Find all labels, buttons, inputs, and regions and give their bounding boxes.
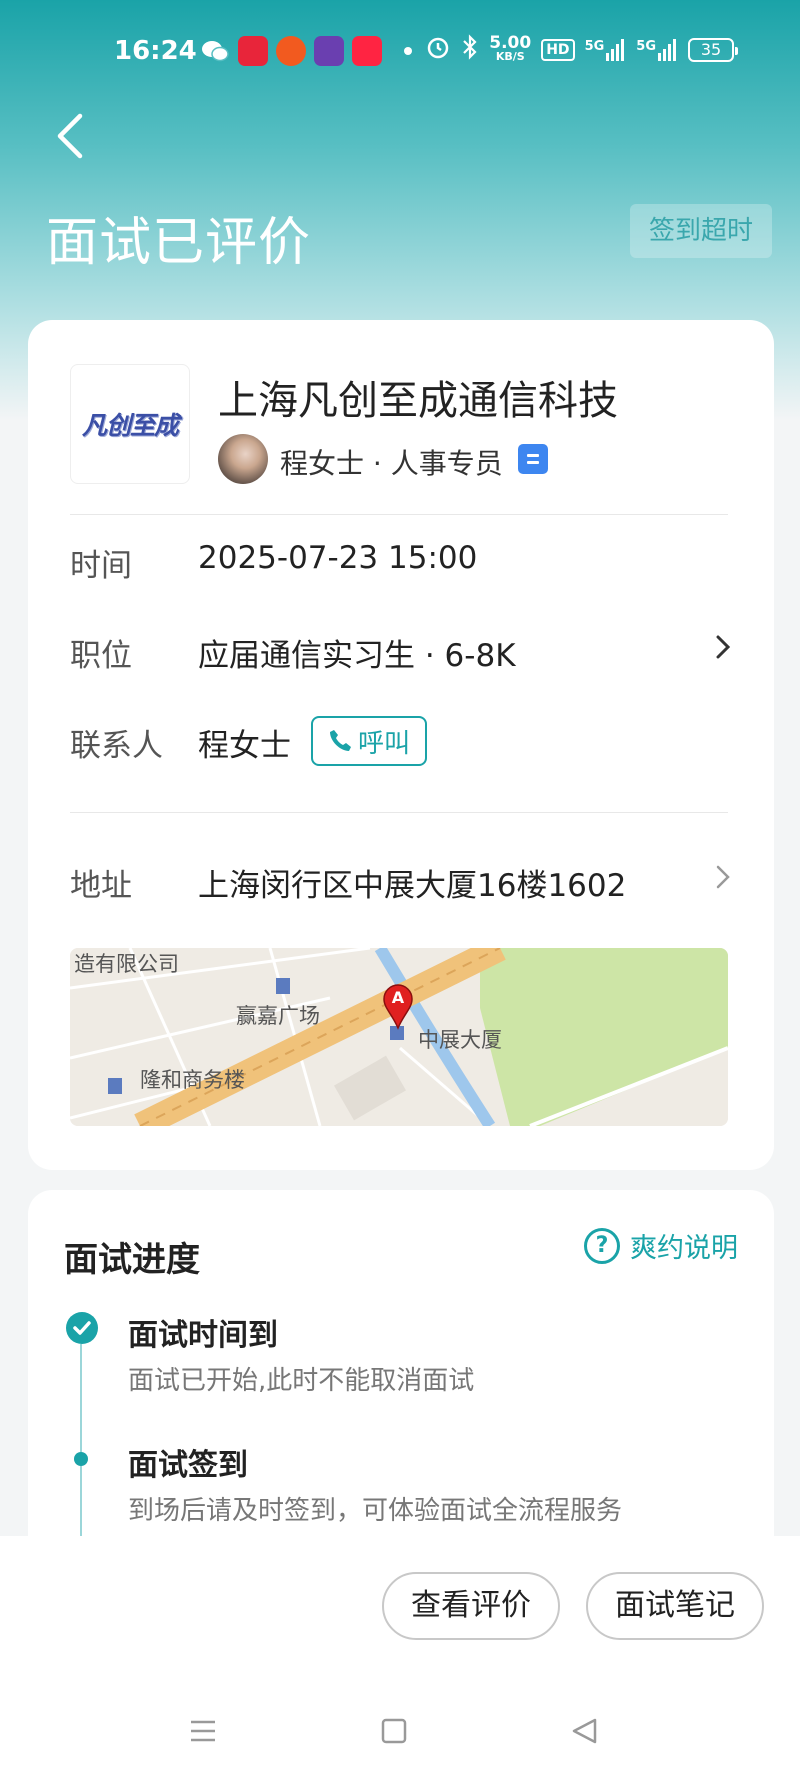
step-desc: 到场后请及时签到，可体验面试全流程服务	[128, 1496, 623, 1526]
game-app-icon	[314, 36, 344, 66]
company-logo-text: 凡创至成	[81, 411, 179, 440]
step-title: 面试签到	[128, 1448, 248, 1483]
net-speed-value: 5.00	[489, 32, 532, 53]
signal-icon-1: 5G	[584, 38, 627, 61]
divider	[70, 514, 728, 515]
question-icon: ?	[584, 1227, 620, 1264]
menu-icon[interactable]	[188, 1716, 218, 1746]
interview-progress-card: 面试进度 ? 爽约说明 面试时间到 面试已开始,此时不能取消面试 面试签到 到场…	[28, 1190, 774, 1590]
xiaohongshu-icon	[352, 36, 382, 66]
status-bar: 16:24 5.00 KB/S HD 5G 5G 35	[0, 0, 800, 100]
progress-title: 面试进度	[64, 1240, 200, 1280]
chevron-right-icon	[716, 635, 731, 659]
notification-icons	[200, 36, 422, 66]
wechat-icon	[200, 36, 230, 66]
shopping-app-icon	[238, 36, 268, 66]
step-title: 面试时间到	[128, 1318, 278, 1353]
map-pin-letter: A	[391, 988, 405, 1007]
map-label: 赢嘉广场	[236, 1004, 320, 1028]
signal-label-2: 5G	[636, 38, 656, 54]
contact-value: 程女士	[198, 728, 291, 764]
signal-icon-2: 5G	[636, 38, 678, 61]
company-logo[interactable]: 凡创至成	[70, 364, 190, 484]
chevron-right-icon	[716, 865, 730, 889]
checkin-timeout-tag: 签到超时	[630, 204, 772, 258]
system-navigation-bar	[0, 1706, 800, 1778]
phone-icon	[329, 730, 351, 751]
time-value: 2025-07-23 15:00	[198, 540, 478, 576]
hd-badge: HD	[541, 38, 575, 61]
call-button[interactable]: 呼叫	[311, 716, 427, 766]
check-circle-icon	[66, 1312, 98, 1344]
hr-verified-badge-icon	[518, 444, 548, 474]
no-show-help-link[interactable]: ? 爽约说明	[584, 1226, 738, 1265]
view-review-button[interactable]: 查看评价	[382, 1572, 560, 1640]
interview-notes-button[interactable]: 面试笔记	[586, 1572, 764, 1640]
more-notifications-dot	[404, 47, 412, 55]
signal-label-1: 5G	[584, 38, 605, 54]
alarm-icon	[425, 34, 451, 65]
position-value: 应届通信实习生 · 6-8K	[198, 638, 516, 674]
timeline-line	[80, 1344, 82, 1452]
map-label: 中展大厦	[418, 1028, 502, 1052]
back-triangle-icon[interactable]	[570, 1716, 600, 1746]
home-icon[interactable]	[380, 1716, 408, 1746]
position-label: 职位	[70, 638, 132, 674]
timeline-dot	[74, 1452, 88, 1466]
address-value: 上海闵行区中展大厦16楼1602	[198, 868, 627, 904]
contact-label: 联系人	[70, 728, 163, 764]
chevron-left-icon	[57, 113, 83, 159]
time-label: 时间	[70, 548, 132, 584]
battery-icon: 35	[688, 37, 738, 62]
status-indicators: 5.00 KB/S HD 5G 5G 35	[425, 32, 738, 65]
map-label: 造有限公司	[74, 952, 179, 976]
divider	[70, 812, 728, 813]
bluetooth-icon	[461, 34, 479, 65]
location-map[interactable]: 造有限公司 赢嘉广场 中展大厦 隆和商务楼 A	[70, 948, 728, 1126]
music-app-icon	[276, 36, 306, 66]
address-row[interactable]: 地址 上海闵行区中展大厦16楼1602	[28, 820, 774, 920]
map-pin-icon: A	[382, 984, 414, 1030]
hr-info: 程女士 · 人事专员	[280, 447, 503, 480]
address-label: 地址	[70, 868, 132, 904]
interview-info-card: 凡创至成 上海凡创至成通信科技 程女士 · 人事专员 时间 2025-07-23…	[28, 320, 774, 1170]
page-title: 面试已评价	[46, 213, 312, 273]
bottom-action-bar: 查看评价 面试笔记	[0, 1536, 800, 1778]
map-label: 隆和商务楼	[140, 1068, 245, 1092]
back-button[interactable]	[52, 108, 92, 164]
avatar[interactable]	[218, 434, 268, 484]
status-time: 16:24	[114, 36, 197, 66]
company-name[interactable]: 上海凡创至成通信科技	[218, 368, 618, 426]
network-speed: 5.00 KB/S	[489, 32, 532, 64]
help-label: 爽约说明	[630, 1233, 738, 1264]
step-desc: 面试已开始,此时不能取消面试	[128, 1366, 475, 1396]
position-row[interactable]: 职位 应届通信实习生 · 6-8K	[28, 610, 774, 680]
call-label: 呼叫	[357, 728, 410, 759]
